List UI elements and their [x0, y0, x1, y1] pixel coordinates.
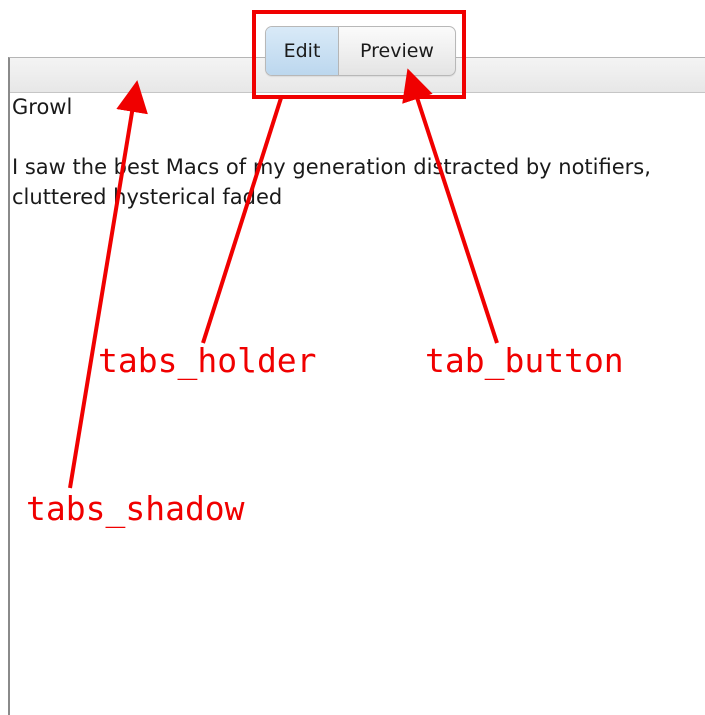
- tabs-holder-annotation: tabs_holder: [98, 341, 317, 380]
- tabs-holder-highlight-box: [252, 10, 466, 99]
- tab-button-annotation: tab_button: [425, 341, 624, 380]
- document-body: I saw the best Macs of my generation dis…: [12, 155, 651, 209]
- document-content[interactable]: Growl I saw the best Macs of my generati…: [12, 92, 705, 212]
- tabs-shadow-annotation: tabs_shadow: [26, 489, 245, 528]
